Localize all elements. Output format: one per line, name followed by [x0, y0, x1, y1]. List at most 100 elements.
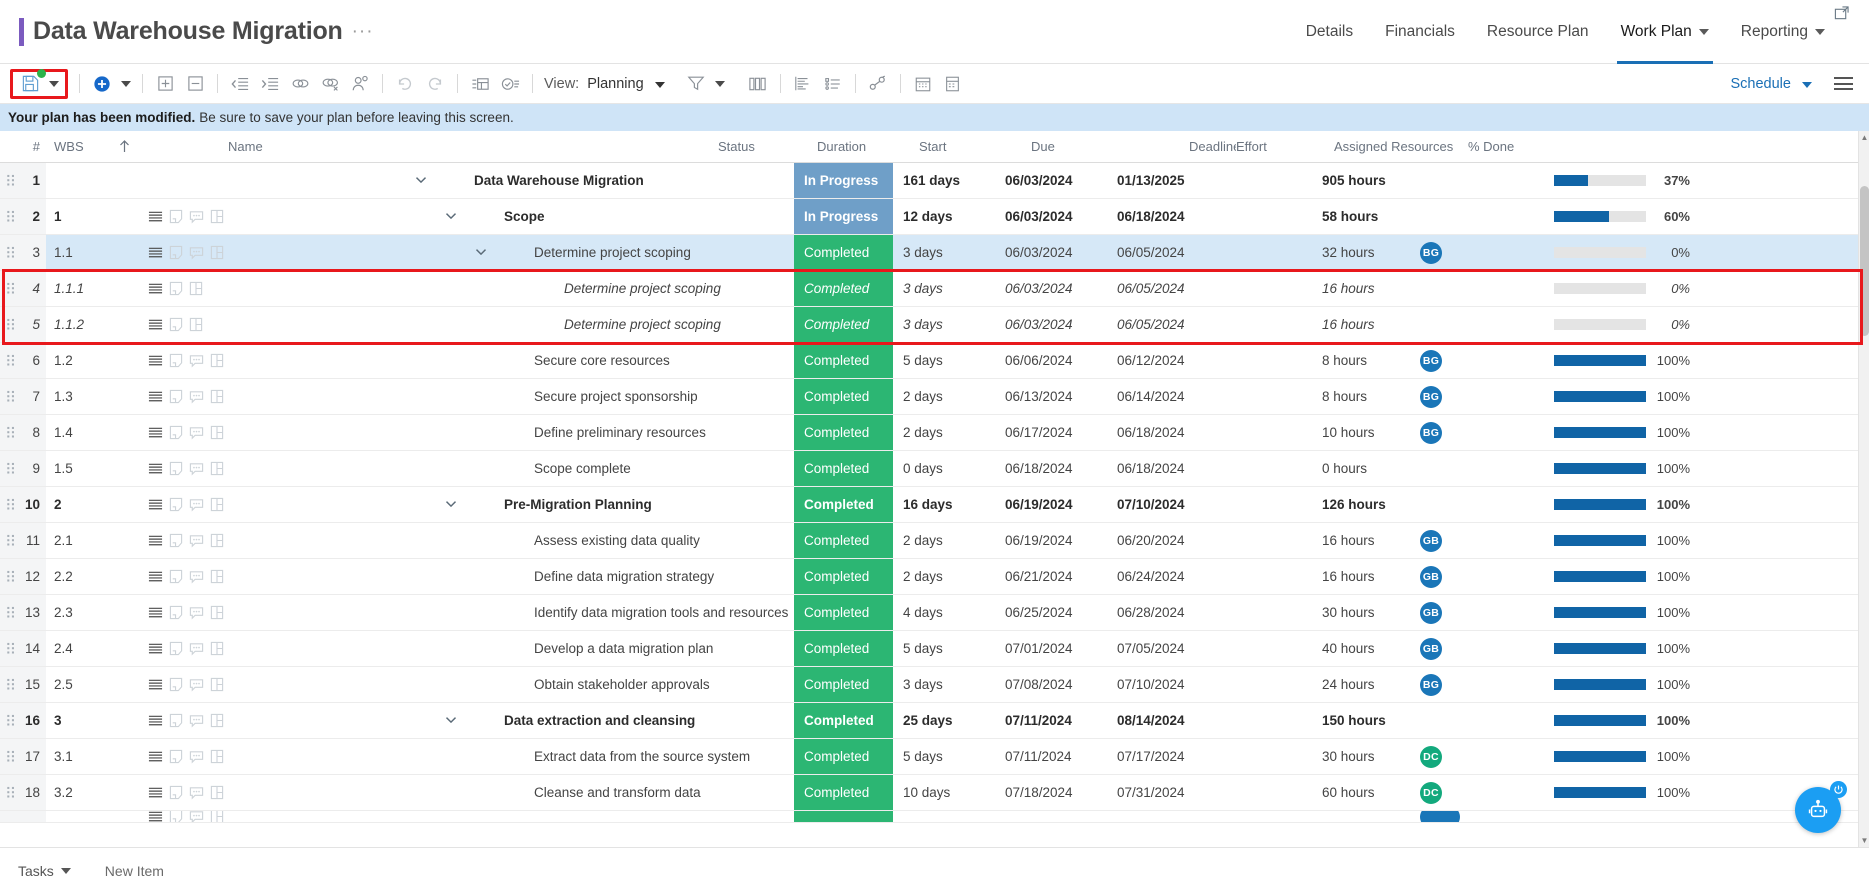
details-card-icon[interactable] — [210, 245, 224, 260]
row-drag-handle[interactable] — [0, 559, 22, 594]
header-duration[interactable]: Duration — [807, 139, 909, 154]
row-name-cell[interactable]: Obtain stakeholder approvals — [228, 667, 794, 702]
comment-icon[interactable] — [189, 606, 204, 620]
row-expand-chevron[interactable] — [474, 244, 488, 258]
avatar[interactable]: BG — [1420, 673, 1442, 696]
power-icon[interactable] — [1830, 781, 1847, 798]
undo-icon[interactable] — [390, 69, 420, 99]
row-menu-icon[interactable] — [148, 462, 163, 476]
table-row[interactable]: 2 1 Scope In Progress 12 days 06/03/2024 06/18… — [0, 199, 1860, 235]
row-menu-icon[interactable] — [148, 570, 163, 584]
header-percent-done[interactable]: % Done — [1456, 139, 1626, 154]
row-name-cell[interactable]: Pre-Migration Planning — [228, 487, 794, 522]
table-row[interactable]: 11 2.1 Assess existing data quality Complet… — [0, 523, 1860, 559]
row-expand-chevron[interactable] — [414, 172, 428, 186]
header-effort[interactable]: Effort — [1236, 139, 1324, 154]
table-row[interactable]: 14 2.4 Develop a data migration plan Comple… — [0, 631, 1860, 667]
avatar[interactable]: BG — [1420, 385, 1442, 408]
note-icon[interactable] — [169, 569, 183, 584]
table-row[interactable]: 9 1.5 Scope complete Completed 0 days 06/18/2… — [0, 451, 1860, 487]
row-name-cell[interactable]: Determine project scoping — [228, 271, 794, 306]
note-icon[interactable] — [169, 281, 183, 296]
new-item-button[interactable]: New Item — [105, 863, 164, 879]
redo-icon[interactable] — [420, 69, 450, 99]
row-menu-icon[interactable] — [148, 246, 163, 260]
header-due[interactable]: Due — [1021, 139, 1189, 154]
note-icon[interactable] — [169, 497, 183, 512]
outdent-icon[interactable] — [225, 69, 255, 99]
comment-icon[interactable] — [189, 750, 204, 764]
note-icon[interactable] — [169, 317, 183, 332]
details-card-icon[interactable] — [210, 353, 224, 368]
details-card-icon[interactable] — [210, 605, 224, 620]
comment-icon[interactable] — [189, 210, 204, 224]
table-row[interactable]: 10 2 Pre-Migration Planning Completed 16 day… — [0, 487, 1860, 523]
details-card-icon[interactable] — [189, 317, 203, 332]
row-name-cell[interactable]: Define preliminary resources — [228, 415, 794, 450]
note-icon[interactable] — [169, 533, 183, 548]
details-card-icon[interactable] — [210, 209, 224, 224]
details-card-icon[interactable] — [210, 497, 224, 512]
note-icon[interactable] — [169, 389, 183, 404]
row-drag-handle[interactable] — [0, 739, 22, 774]
note-icon[interactable] — [169, 641, 183, 656]
table-row[interactable]: 16 3 Data extraction and cleansing Complete… — [0, 703, 1860, 739]
row-drag-handle[interactable] — [0, 631, 22, 666]
comment-icon[interactable] — [189, 462, 204, 476]
details-card-icon[interactable] — [210, 389, 224, 404]
tab-financials[interactable]: Financials — [1369, 0, 1471, 64]
report-icon[interactable] — [938, 69, 968, 99]
note-icon[interactable] — [169, 811, 183, 822]
table-row[interactable]: 3 1.1 Determine project scoping Completed 3 … — [0, 235, 1860, 271]
tasks-dropdown[interactable]: Tasks — [18, 863, 71, 879]
check-list-icon[interactable] — [495, 69, 525, 99]
avatar[interactable]: GB — [1420, 529, 1442, 552]
header-start[interactable]: Start — [909, 139, 1021, 154]
avatar[interactable]: BG — [1420, 349, 1442, 372]
row-name-cell[interactable]: Identify data migration tools and resour… — [228, 595, 794, 630]
row-menu-icon[interactable] — [148, 606, 163, 620]
columns-icon[interactable] — [743, 69, 773, 99]
table-row[interactable]: 13 2.3 Identify data migration tools and r… — [0, 595, 1860, 631]
details-card-icon[interactable] — [210, 461, 224, 476]
row-name-cell[interactable]: Determine project scoping — [228, 307, 794, 342]
table-row[interactable]: 12 2.2 Define data migration strategy Compl… — [0, 559, 1860, 595]
comment-icon[interactable] — [189, 426, 204, 440]
baseline-icon[interactable] — [863, 69, 893, 99]
comment-icon[interactable] — [189, 786, 204, 800]
assistant-robot-icon[interactable] — [1795, 781, 1847, 833]
unlink-tasks-icon[interactable] — [315, 69, 345, 99]
avatar[interactable]: BG — [1420, 421, 1442, 444]
details-card-icon[interactable] — [210, 785, 224, 800]
tab-reporting[interactable]: Reporting — [1725, 0, 1841, 64]
table-row[interactable]: 15 2.5 Obtain stakeholder approvals Complet… — [0, 667, 1860, 703]
row-menu-icon[interactable] — [148, 354, 163, 368]
avatar[interactable]: GB — [1420, 637, 1442, 660]
row-name-cell[interactable]: Scope complete — [228, 451, 794, 486]
row-menu-icon[interactable] — [148, 642, 163, 656]
gantt-icon[interactable] — [788, 69, 818, 99]
row-name-cell[interactable]: Assess existing data quality — [228, 523, 794, 558]
table-row[interactable]: 5 1.1.2 Determine project scoping Completed… — [0, 307, 1860, 343]
sort-ascending-icon[interactable] — [106, 140, 142, 153]
table-row[interactable]: 7 1.3 Secure project sponsorship Completed 2… — [0, 379, 1860, 415]
note-icon[interactable] — [169, 605, 183, 620]
scroll-up-icon[interactable]: ▲ — [1859, 131, 1869, 144]
comment-icon[interactable] — [189, 714, 204, 728]
tab-details[interactable]: Details — [1290, 0, 1369, 64]
row-drag-handle[interactable] — [0, 811, 22, 822]
table-row[interactable]: 8 1.4 Define preliminary resources Complete… — [0, 415, 1860, 451]
row-name-cell[interactable]: Data extraction and cleansing — [228, 703, 794, 738]
details-card-icon[interactable] — [210, 533, 224, 548]
avatar[interactable] — [1438, 811, 1460, 822]
comment-icon[interactable] — [189, 811, 204, 822]
title-more-menu[interactable]: ··· — [352, 22, 374, 41]
save-icon[interactable] — [15, 68, 46, 99]
row-drag-handle[interactable] — [0, 487, 22, 522]
schedule-dropdown[interactable]: Schedule — [1731, 76, 1812, 92]
comment-icon[interactable] — [189, 534, 204, 548]
note-icon[interactable] — [169, 713, 183, 728]
row-drag-handle[interactable] — [0, 667, 22, 702]
comment-icon[interactable] — [189, 246, 204, 260]
assign-resource-icon[interactable] — [345, 69, 375, 99]
